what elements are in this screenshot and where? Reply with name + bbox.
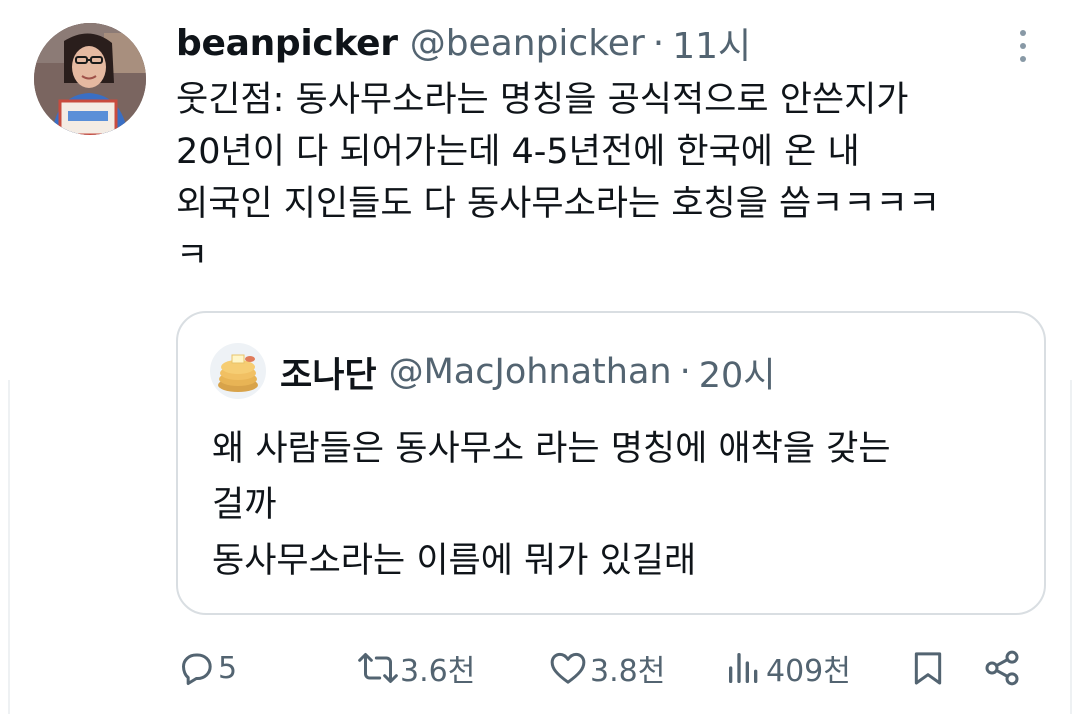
author-display-name[interactable]: beanpicker: [176, 23, 398, 64]
quote-tweet-card[interactable]: 조나단 @MacJohnathan · 20시 왜 사람들은 동사무소 라는 명…: [176, 311, 1046, 615]
quote-author-avatar[interactable]: [210, 343, 266, 399]
more-vertical-icon[interactable]: [1008, 26, 1038, 66]
share-button[interactable]: [982, 638, 1022, 698]
reply-icon: [176, 648, 216, 688]
quote-tweet-text: 왜 사람들은 동사무소 라는 명칭에 애착을 갖는 걸까 동사무소라는 이름에 …: [212, 429, 891, 581]
retweet-button[interactable]: 3.6천: [358, 638, 475, 698]
view-count: 409천: [766, 654, 851, 689]
more-dot: [1020, 56, 1026, 62]
header-separator: ·: [652, 22, 665, 64]
author-handle[interactable]: @beanpicker: [410, 23, 645, 64]
quote-author-display-name[interactable]: 조나단: [280, 347, 377, 398]
reply-button[interactable]: 5: [176, 638, 237, 698]
tweet-header: beanpicker @beanpicker · 11시: [176, 18, 751, 68]
bookmark-icon: [908, 648, 948, 688]
heart-icon: [548, 648, 588, 688]
tweet-text: 웃긴점: 동사무소라는 명칭을 공식적으로 안쓴지가 20년이 다 되어가는데 …: [176, 80, 941, 276]
timeline-divider-left: [8, 380, 10, 714]
views-icon: [724, 648, 764, 688]
like-count: 3.8천: [590, 654, 666, 689]
more-dot: [1020, 43, 1026, 49]
author-avatar[interactable]: [34, 23, 146, 135]
bookmark-button[interactable]: [908, 638, 948, 698]
tweet-action-bar: 5 3.6천 3.8천 409천: [176, 638, 1036, 698]
more-dot: [1020, 30, 1026, 36]
quote-author-handle[interactable]: @MacJohnathan: [389, 352, 672, 392]
tweet-timestamp[interactable]: 11시: [672, 17, 751, 69]
quote-header: 조나단 @MacJohnathan · 20시: [280, 345, 775, 399]
quote-timestamp[interactable]: 20시: [699, 347, 776, 398]
reply-count: 5: [218, 650, 238, 686]
quote-header-separator: ·: [679, 352, 691, 392]
timeline-divider-right: [1070, 380, 1072, 714]
retweet-count: 3.6천: [400, 654, 476, 689]
views-button[interactable]: 409천: [724, 638, 851, 698]
like-button[interactable]: 3.8천: [548, 638, 665, 698]
retweet-icon: [358, 648, 398, 688]
share-icon: [982, 648, 1022, 688]
